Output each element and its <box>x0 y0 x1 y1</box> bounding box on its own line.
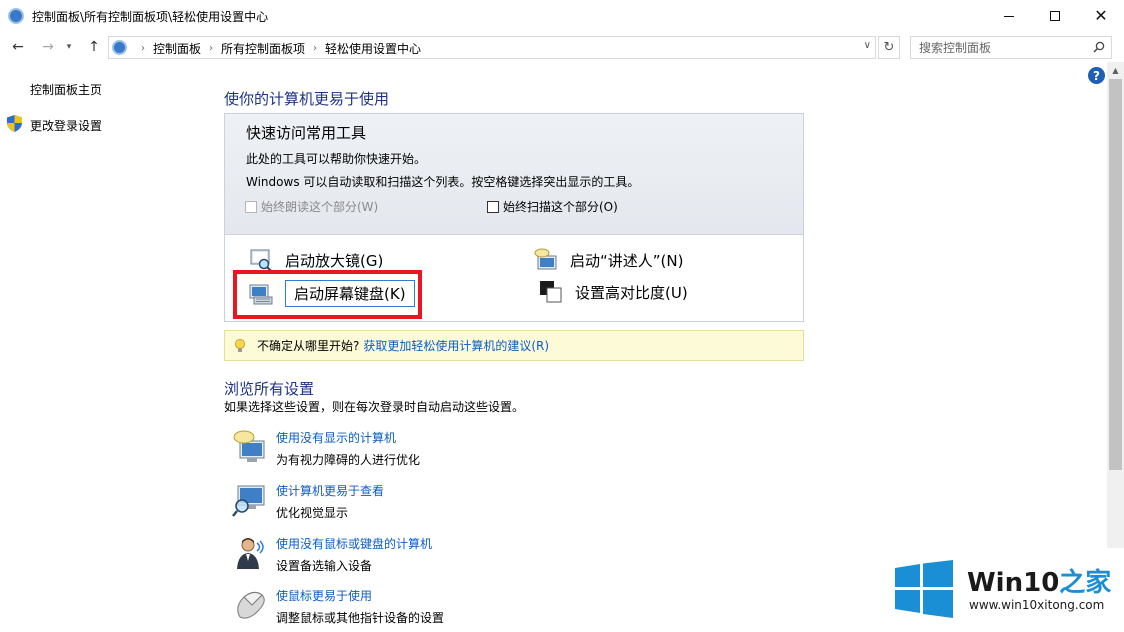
control-panel-home-link[interactable]: 控制面板主页 <box>30 81 102 98</box>
chevron-right-icon[interactable]: › <box>209 43 213 54</box>
page-title: 使你的计算机更易于使用 <box>224 90 390 108</box>
recent-locations-button[interactable]: ▾ <box>62 37 76 57</box>
quick-access-header: 快速访问常用工具 此处的工具可以帮助你快速开始。 Windows 可以自动读取和… <box>225 114 803 235</box>
watermark-title: Win10之家 <box>967 562 1111 599</box>
always-read-label: 始终朗读这个部分(W) <box>261 200 379 214</box>
always-read-checkbox[interactable]: 始终朗读这个部分(W) <box>245 198 378 215</box>
setting-mouse-link[interactable]: 使鼠标更易于使用 <box>276 587 372 604</box>
always-scan-label: 始终扫描这个部分(O) <box>503 200 618 214</box>
setting-easier-to-see-link[interactable]: 使计算机更易于查看 <box>276 482 384 499</box>
scrollbar-thumb[interactable] <box>1109 79 1122 470</box>
setting-item-mouse: 使鼠标更易于使用 调整鼠标或其他指针设备的设置 <box>230 587 730 631</box>
lightbulb-icon <box>235 338 245 352</box>
narrator-icon <box>534 248 557 270</box>
arrow-left-icon: ← <box>12 39 24 55</box>
chevron-right-icon[interactable]: › <box>313 43 317 54</box>
quick-access-description: 此处的工具可以帮助你快速开始。 <box>246 152 427 166</box>
chevron-down-icon: ▾ <box>66 42 72 52</box>
magnifier-icon <box>250 249 272 272</box>
chevron-right-icon: › <box>141 43 145 54</box>
windows-logo-icon <box>895 560 953 618</box>
arrow-right-icon: → <box>42 39 54 55</box>
window-title: 控制面板\所有控制面板项\轻松使用设置中心 <box>32 10 269 24</box>
watermark: Win10之家 www.win10xitong.com <box>885 548 1124 632</box>
address-bar[interactable]: › 控制面板 › 所有控制面板项 › 轻松使用设置中心 ∨ <box>108 36 876 59</box>
watermark-title-main: Win10 <box>967 568 1060 598</box>
highlight-annotation <box>233 270 422 319</box>
scroll-up-icon[interactable]: ▲ <box>1107 62 1124 79</box>
up-button[interactable]: ↑ <box>84 37 104 57</box>
arrow-up-icon: ↑ <box>88 39 100 55</box>
start-narrator-button[interactable]: 启动“讲述人”(N) <box>534 248 683 272</box>
close-icon: ✕ <box>1094 6 1108 25</box>
minimize-icon <box>1004 15 1014 17</box>
minimize-button[interactable] <box>986 0 1032 32</box>
setting-item-no-display: 使用没有显示的计算机 为有视力障碍的人进行优化 <box>230 429 730 473</box>
chevron-down-icon[interactable]: ∨ <box>864 40 871 51</box>
high-contrast-icon <box>540 281 562 303</box>
forward-button[interactable]: → <box>38 37 58 57</box>
setting-mouse-description: 调整鼠标或其他指针设备的设置 <box>276 611 445 625</box>
watermark-title-accent: 之家 <box>1059 568 1112 598</box>
breadcrumb-item-control-panel[interactable]: 控制面板 <box>153 40 201 57</box>
back-button[interactable]: ← <box>8 37 28 57</box>
breadcrumb-item-all-items[interactable]: 所有控制面板项 <box>221 40 305 57</box>
maximize-icon <box>1050 11 1060 21</box>
search-icon[interactable] <box>1093 41 1105 53</box>
search-box[interactable] <box>910 36 1112 59</box>
title-bar: 控制面板\所有控制面板项\轻松使用设置中心 ✕ <box>0 0 1124 32</box>
change-login-settings-link[interactable]: 更改登录设置 <box>30 117 102 134</box>
setting-no-display-description: 为有视力障碍的人进行优化 <box>276 453 421 467</box>
control-panel-icon <box>8 8 24 24</box>
display-magnifier-icon <box>232 485 265 517</box>
search-input[interactable] <box>911 37 1091 58</box>
mouse-icon <box>237 591 265 619</box>
person-speech-icon <box>237 538 264 569</box>
breadcrumb: › 控制面板 › 所有控制面板项 › 轻松使用设置中心 <box>133 40 421 57</box>
setting-easier-to-see-description: 优化视觉显示 <box>276 506 349 520</box>
browse-settings-description: 如果选择这些设置，则在每次登录时自动启动这些设置。 <box>224 400 525 414</box>
maximize-button[interactable] <box>1032 0 1078 32</box>
quick-access-title: 快速访问常用工具 <box>246 124 367 142</box>
setting-item-easier-to-see: 使计算机更易于查看 优化视觉显示 <box>230 482 730 526</box>
setting-no-display-link[interactable]: 使用没有显示的计算机 <box>276 429 396 446</box>
tip-bar: 不确定从哪里开始? 获取更加轻松使用计算机的建议(R) <box>224 330 804 361</box>
help-icon[interactable]: ? <box>1088 67 1105 84</box>
refresh-button[interactable]: ↻ <box>878 36 900 59</box>
quick-access-scan-description: Windows 可以自动读取和扫描这个列表。按空格键选择突出显示的工具。 <box>246 175 640 189</box>
start-magnifier-label: 启动放大镜(G) <box>285 251 384 270</box>
shield-icon <box>7 115 22 132</box>
watermark-url: www.win10xitong.com <box>969 598 1105 612</box>
checkbox-box <box>245 200 257 213</box>
set-high-contrast-label: 设置高对比度(U) <box>575 283 688 302</box>
checkbox-box <box>487 200 499 213</box>
start-narrator-label: 启动“讲述人”(N) <box>570 251 684 270</box>
refresh-icon: ↻ <box>883 40 895 55</box>
navigation-bar: ← → ▾ ↑ › 控制面板 › 所有控制面板项 › 轻松使用设置中心 ∨ ↻ <box>0 32 1124 62</box>
browse-settings-heading: 浏览所有设置 <box>224 380 315 398</box>
setting-item-no-mouse-keyboard: 使用没有鼠标或键盘的计算机 设置备选输入设备 <box>230 535 730 579</box>
always-scan-checkbox[interactable]: 始终扫描这个部分(O) <box>487 198 618 215</box>
set-high-contrast-button[interactable]: 设置高对比度(U) <box>539 280 688 304</box>
get-recommendations-link[interactable]: 获取更加轻松使用计算机的建议(R) <box>363 337 549 354</box>
vertical-scrollbar[interactable]: ▲ <box>1107 62 1124 632</box>
setting-no-mouse-keyboard-link[interactable]: 使用没有鼠标或键盘的计算机 <box>276 535 432 552</box>
breadcrumb-item-ease-of-access[interactable]: 轻松使用设置中心 <box>325 40 421 57</box>
tip-prefix: 不确定从哪里开始? <box>257 339 360 353</box>
left-pane: 控制面板主页 更改登录设置 <box>0 62 215 632</box>
start-magnifier-button[interactable]: 启动放大镜(G) <box>249 248 383 272</box>
screen-reader-icon <box>233 430 265 462</box>
close-button[interactable]: ✕ <box>1078 0 1124 32</box>
control-panel-icon <box>112 40 127 55</box>
setting-no-mouse-keyboard-description: 设置备选输入设备 <box>276 559 373 573</box>
